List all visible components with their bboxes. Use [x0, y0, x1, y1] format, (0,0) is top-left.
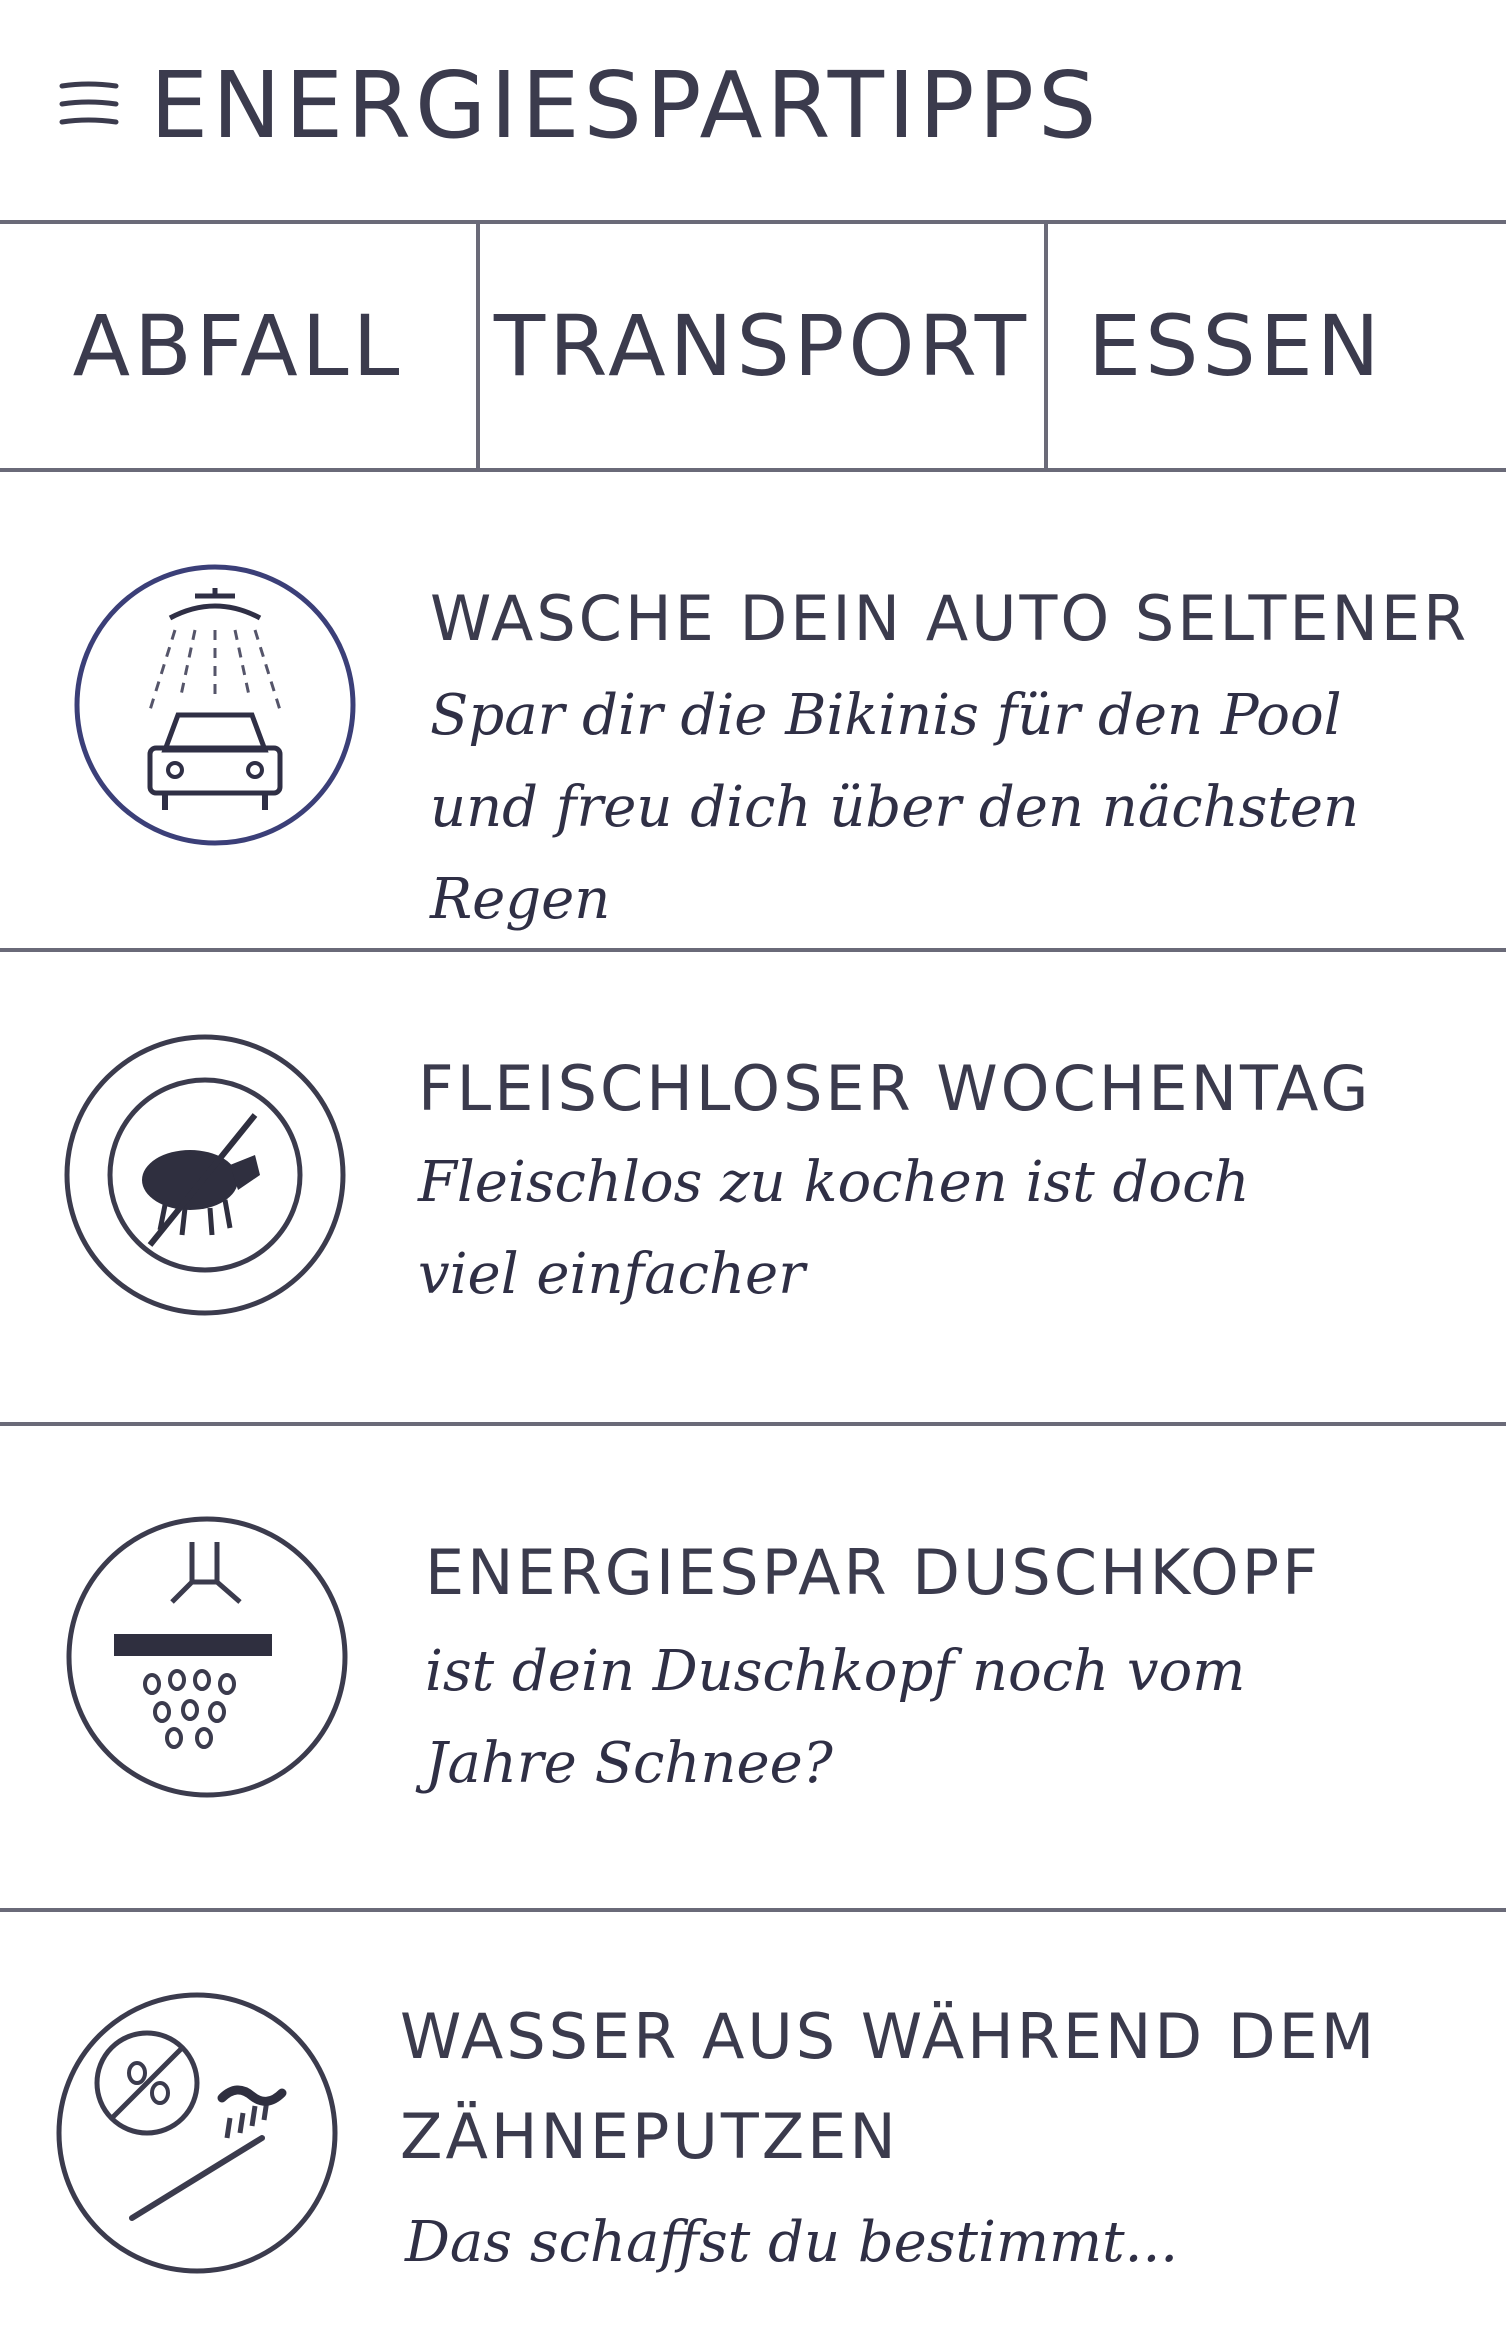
no-water-toothbrush-icon: [56, 1992, 338, 2274]
tip-text: Spar dir die Bikinis für den Pool und fr…: [430, 683, 1360, 932]
page-title: ENERGIESPARTIPPS: [150, 52, 1101, 159]
tip-title: WASSER AUS WÄHREND DEM ZÄHNEPUTZEN: [400, 2000, 1378, 2173]
tip-card-toothbrush[interactable]: WASSER AUS WÄHREND DEM ZÄHNEPUTZEN Das s…: [0, 1912, 1506, 2344]
tip-text: ist dein Duschkopf noch vom Jahre Schnee…: [425, 1639, 1246, 1796]
tip-text: Das schaffst du bestimmt...: [405, 2210, 1179, 2275]
no-meat-icon: [64, 1034, 346, 1316]
app-header: ENERGIESPARTIPPS: [0, 0, 1506, 222]
tip-card-shower-head[interactable]: ENERGIESPAR DUSCHKOPF ist dein Duschkopf…: [0, 1426, 1506, 1908]
category-tabs: ABFALL TRANSPORT ESSEN: [0, 224, 1506, 468]
tip-card-car-wash[interactable]: WASCHE DEIN AUTO SELTENER Spar dir die B…: [0, 472, 1506, 948]
tip-title: ENERGIESPAR DUSCHKOPF: [425, 1536, 1321, 1609]
tip-title: WASCHE DEIN AUTO SELTENER: [430, 582, 1470, 655]
shower-head-icon: [66, 1516, 348, 1798]
tip-card-no-meat[interactable]: FLEISCHLOSER WOCHENTAG Fleischlos zu koc…: [0, 952, 1506, 1422]
tip-title: FLEISCHLOSER WOCHENTAG: [418, 1052, 1372, 1125]
tab-abfall[interactable]: ABFALL: [0, 224, 476, 468]
tab-essen[interactable]: ESSEN: [1044, 224, 1506, 468]
tab-transport[interactable]: TRANSPORT: [476, 224, 1044, 468]
car-wash-icon: [74, 564, 356, 846]
hamburger-menu-icon[interactable]: [58, 78, 120, 130]
tip-text: Fleischlos zu kochen ist doch viel einfa…: [418, 1150, 1250, 1307]
